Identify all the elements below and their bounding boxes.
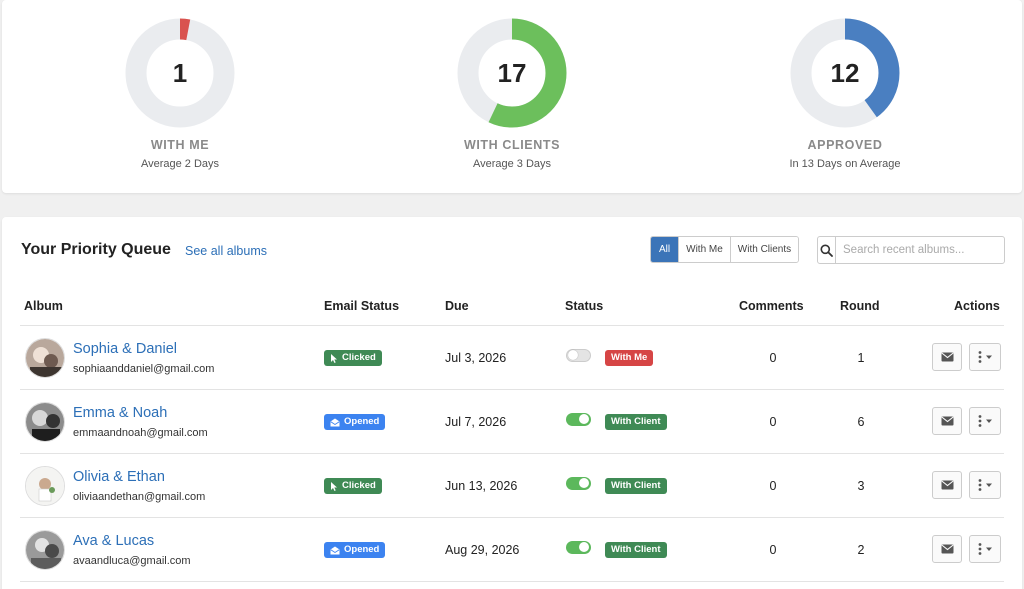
email-status-label: Opened [344, 416, 380, 427]
envelope-icon [940, 480, 954, 490]
more-vertical-icon [978, 479, 992, 491]
comments-count: 0 [769, 351, 777, 365]
comments-count: 0 [769, 415, 777, 429]
filter-group: All With Me With Clients [650, 236, 800, 263]
comments-count: 0 [769, 543, 777, 557]
status-toggle[interactable] [566, 349, 591, 362]
envelope-icon [940, 352, 954, 362]
avatar[interactable] [25, 402, 65, 442]
email-status-badge: Opened [324, 542, 386, 558]
queue-title: Your Priority Queue [21, 241, 171, 258]
album-email: oliviaandethan@gmail.com [73, 491, 206, 503]
column-header-comments[interactable]: Comments [739, 299, 804, 313]
search-icon[interactable] [818, 237, 836, 263]
avatar[interactable] [25, 338, 65, 378]
divider [20, 581, 1004, 582]
donut-with-me: 1 [125, 18, 235, 128]
avatar[interactable] [25, 530, 65, 570]
donut-approved: 12 [790, 18, 900, 128]
more-vertical-icon [978, 351, 992, 363]
stat-title: WITH ME [150, 138, 210, 152]
stat-approved[interactable]: 12 APPROVED In 13 Days on Average [735, 18, 955, 170]
album-name-link[interactable]: Ava & Lucas [73, 533, 154, 549]
more-actions-button[interactable] [969, 407, 1001, 435]
more-vertical-icon [978, 543, 992, 555]
round-number: 3 [857, 479, 865, 493]
envelope-open-icon [330, 418, 340, 426]
more-actions-button[interactable] [969, 343, 1001, 371]
round-number: 6 [857, 415, 865, 429]
stat-subtitle: Average 3 Days [472, 158, 552, 170]
envelope-icon [940, 544, 954, 554]
due-date: Jun 13, 2026 [445, 479, 518, 493]
cursor-icon [331, 481, 337, 491]
envelope-open-icon [330, 546, 340, 554]
stat-value: 12 [831, 58, 860, 88]
search-box [817, 236, 1005, 264]
stat-subtitle: Average 2 Days [140, 158, 220, 170]
filter-all-button[interactable]: All [651, 237, 679, 262]
stat-value: 1 [173, 58, 187, 88]
stat-with-clients[interactable]: 17 WITH CLIENTS Average 3 Days [402, 18, 622, 170]
album-email: avaandluca@gmail.com [73, 555, 191, 567]
email-button[interactable] [932, 407, 962, 435]
status-badge: With Me [605, 350, 654, 366]
cursor-icon [331, 353, 337, 363]
more-vertical-icon [978, 415, 992, 427]
due-date: Jul 7, 2026 [445, 415, 507, 429]
stat-title: APPROVED [807, 138, 883, 152]
status-toggle[interactable] [566, 413, 591, 426]
album-email: sophiaanddaniel@gmail.com [73, 363, 215, 375]
column-header-status[interactable]: Status [565, 299, 603, 313]
email-status-label: Clicked [342, 480, 376, 491]
stat-with-me[interactable]: 1 WITH ME Average 2 Days [70, 18, 290, 170]
status-badge: With Client [605, 414, 667, 430]
more-actions-button[interactable] [969, 535, 1001, 563]
due-date: Aug 29, 2026 [445, 543, 520, 557]
status-badge: With Client [605, 542, 667, 558]
email-status-label: Opened [344, 544, 380, 555]
email-button[interactable] [932, 535, 962, 563]
email-status-label: Clicked [342, 352, 376, 363]
avatar[interactable] [25, 466, 65, 506]
album-name-link[interactable]: Sophia & Daniel [73, 341, 177, 357]
email-status-badge: Opened [324, 414, 386, 430]
envelope-icon [940, 416, 954, 426]
album-email: emmaandnoah@gmail.com [73, 427, 208, 439]
status-toggle[interactable] [566, 541, 591, 554]
stat-value: 17 [498, 58, 527, 88]
table-row[interactable]: Ava & Lucas avaandluca@gmail.com Opened … [2, 518, 1022, 582]
table-row[interactable]: Sophia & Daniel sophiaanddaniel@gmail.co… [2, 326, 1022, 390]
column-header-email-status[interactable]: Email Status [324, 299, 399, 313]
round-number: 2 [857, 543, 865, 557]
email-status-badge: Clicked [324, 478, 382, 494]
status-badge: With Client [605, 478, 667, 494]
see-all-albums-link[interactable]: See all albums [185, 244, 267, 258]
email-status-badge: Clicked [324, 350, 382, 366]
comments-count: 0 [769, 479, 777, 493]
search-input[interactable] [836, 237, 1004, 263]
status-toggle[interactable] [566, 477, 591, 490]
stats-panel: 1 WITH ME Average 2 Days 17 WITH CLIENTS… [2, 0, 1022, 193]
email-button[interactable] [932, 471, 962, 499]
email-button[interactable] [932, 343, 962, 371]
column-header-round[interactable]: Round [840, 299, 880, 313]
column-header-album[interactable]: Album [24, 299, 63, 313]
donut-with-clients: 17 [457, 18, 567, 128]
round-number: 1 [857, 351, 865, 365]
more-actions-button[interactable] [969, 471, 1001, 499]
due-date: Jul 3, 2026 [445, 351, 507, 365]
album-name-link[interactable]: Olivia & Ethan [73, 469, 165, 485]
filter-with-clients-button[interactable]: With Clients [729, 237, 799, 262]
column-header-actions: Actions [954, 299, 1000, 313]
filter-with-me-button[interactable]: With Me [678, 237, 730, 262]
priority-queue-panel: Your Priority Queue See all albums All W… [2, 217, 1022, 589]
stat-subtitle: In 13 Days on Average [789, 158, 901, 170]
album-name-link[interactable]: Emma & Noah [73, 405, 167, 421]
table-row[interactable]: Olivia & Ethan oliviaandethan@gmail.com … [2, 454, 1022, 518]
column-header-due[interactable]: Due [445, 299, 469, 313]
stat-title: WITH CLIENTS [463, 138, 561, 152]
table-row[interactable]: Emma & Noah emmaandnoah@gmail.com Opened… [2, 390, 1022, 454]
